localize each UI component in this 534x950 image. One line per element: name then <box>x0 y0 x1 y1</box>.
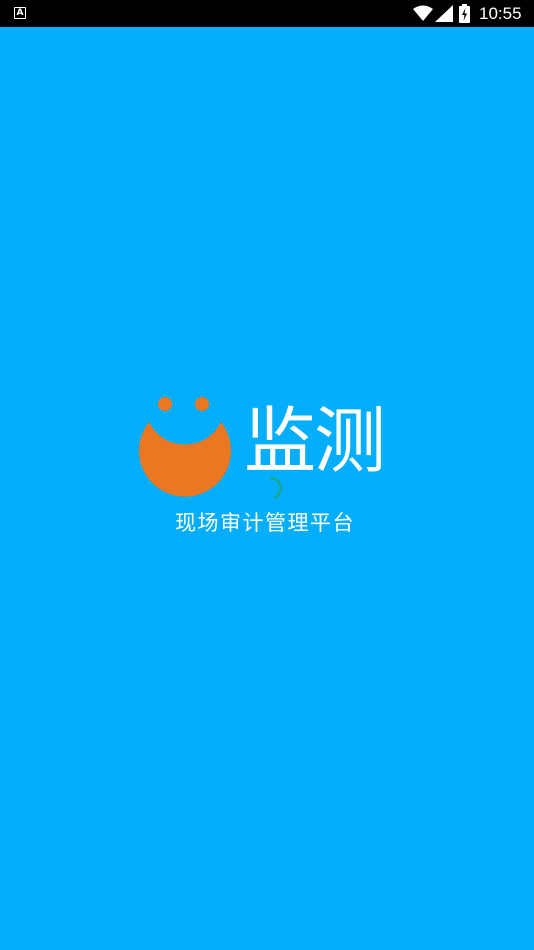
battery-icon <box>459 4 470 23</box>
splash-screen: 监测 现场审计管理平台 <box>0 27 534 950</box>
smiley-logo-icon <box>139 397 231 497</box>
notification-icon: A <box>14 7 26 19</box>
spinner-icon <box>269 476 282 499</box>
tagline: 现场审计管理平台 <box>175 511 355 535</box>
wifi-icon <box>413 5 433 21</box>
status-bar: A 10:55 <box>0 0 534 27</box>
status-clock: 10:55 <box>479 4 522 23</box>
signal-icon <box>435 5 453 22</box>
